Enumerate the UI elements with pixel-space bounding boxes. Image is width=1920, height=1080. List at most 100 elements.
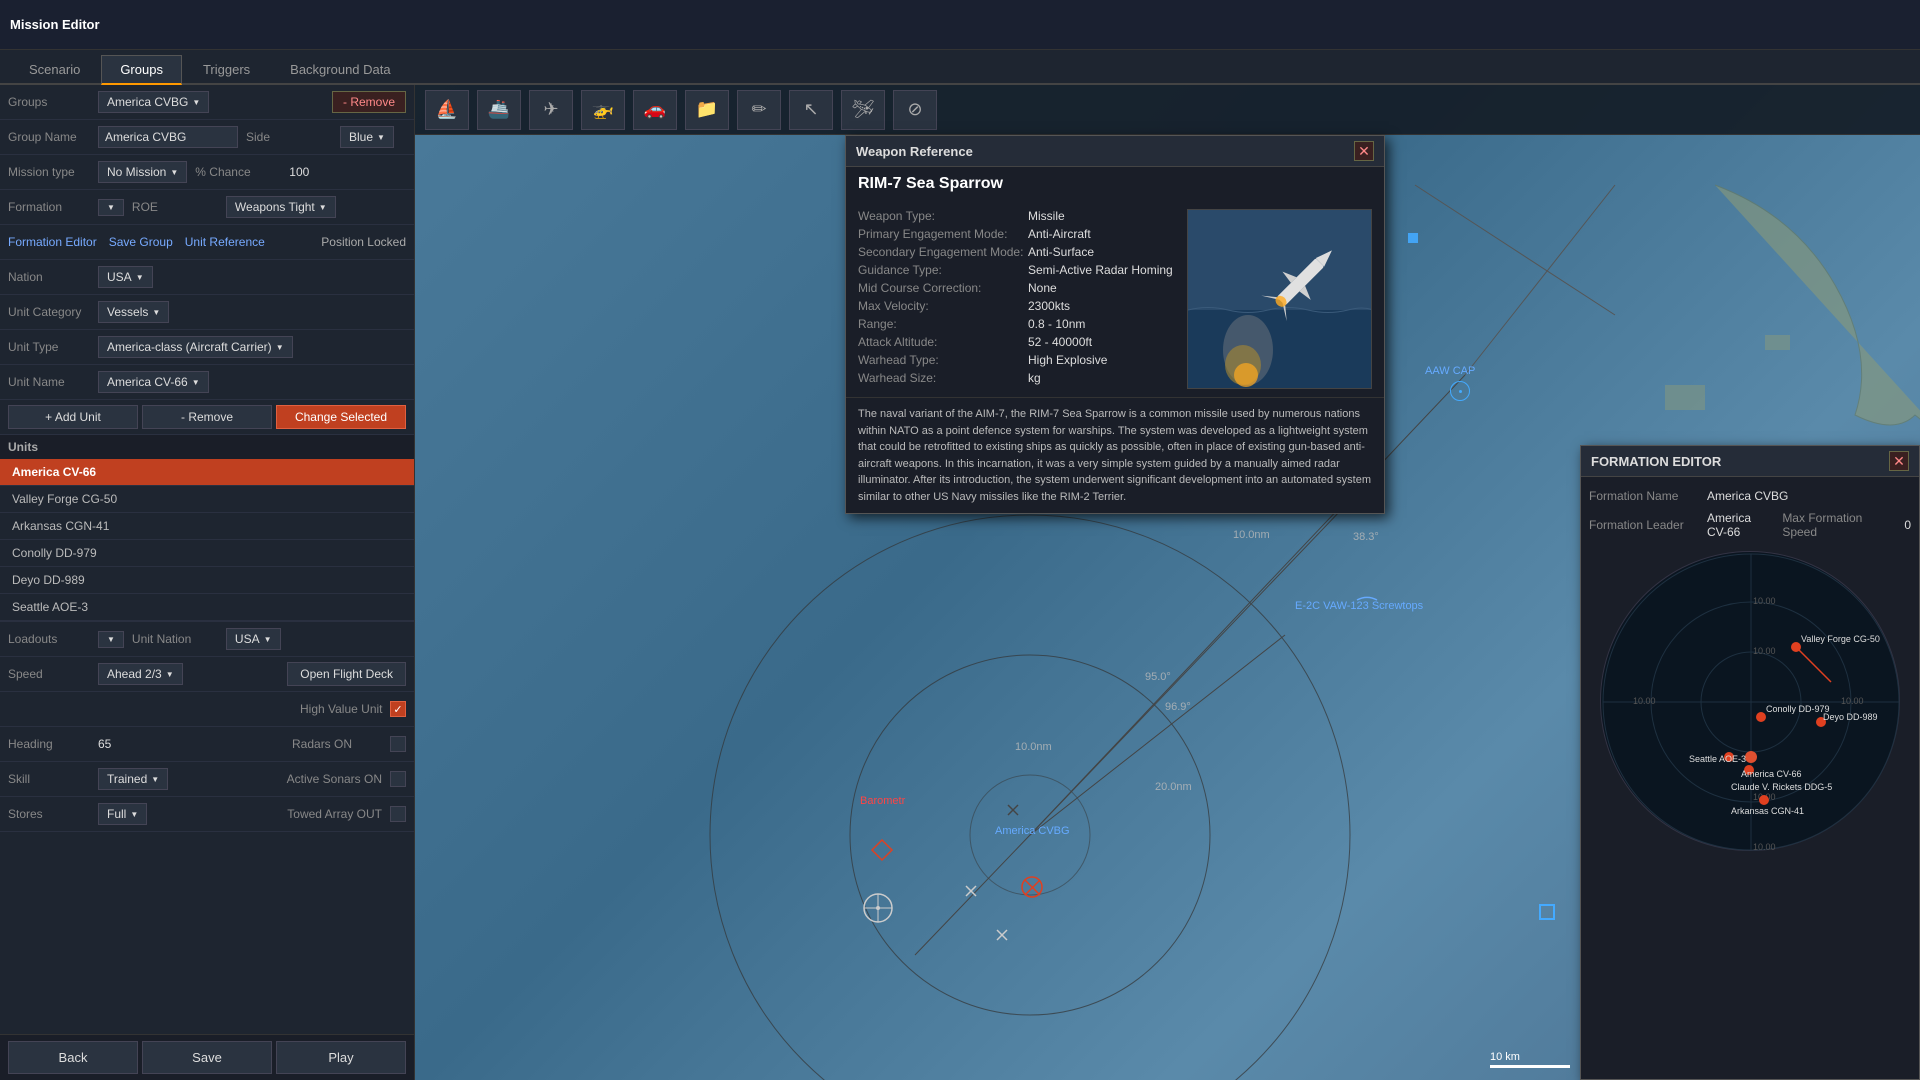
remove-group-button[interactable]: - Remove — [332, 91, 406, 113]
add-unit-button[interactable]: + Add Unit — [8, 405, 138, 429]
unit-nation-dropdown[interactable]: USA ▼ — [226, 628, 281, 650]
mission-type-dropdown[interactable]: No Mission ▼ — [98, 161, 187, 183]
formation-name-value: America CVBG — [1707, 489, 1788, 503]
svg-text:95.0°: 95.0° — [1145, 671, 1171, 683]
pencil-icon[interactable]: ✏ — [737, 90, 781, 130]
open-flight-deck-button[interactable]: Open Flight Deck — [287, 662, 406, 686]
chevron-down-icon: ▼ — [264, 635, 272, 644]
high-value-label: High Value Unit — [300, 702, 390, 716]
unit-reference-link[interactable]: Unit Reference — [185, 235, 265, 249]
formation-name-label: Formation Name — [1589, 489, 1699, 503]
formation-editor-close-button[interactable]: ✕ — [1889, 451, 1909, 471]
loadouts-dropdown[interactable]: ▼ — [98, 631, 124, 648]
svg-text:Claude V. Rickets DDG-5: Claude V. Rickets DDG-5 — [1731, 782, 1832, 792]
left-panel: Groups America CVBG ▼ - Remove Group Nam… — [0, 85, 415, 1080]
mission-type-row: Mission type No Mission ▼ % Chance 100 — [0, 155, 414, 190]
aircraft-icon[interactable]: ✈ — [529, 90, 573, 130]
formation-editor-content: Formation Name America CVBG Formation Le… — [1581, 477, 1919, 867]
primary-eng-row: Primary Engagement Mode: Anti-Aircraft — [858, 227, 1175, 241]
speed-label: Speed — [8, 667, 98, 681]
nation-row: Nation USA ▼ — [0, 260, 414, 295]
back-button[interactable]: Back — [8, 1041, 138, 1074]
chevron-down-icon: ▼ — [151, 775, 159, 784]
play-button[interactable]: Play — [276, 1041, 406, 1074]
chevron-down-icon: ▼ — [136, 273, 144, 282]
skill-row: Skill Trained ▼ Active Sonars ON — [0, 762, 414, 797]
unit-name-dropdown[interactable]: America CV-66 ▼ — [98, 371, 209, 393]
submarine-icon[interactable]: 🚢 — [477, 90, 521, 130]
unit-item[interactable]: Deyo DD-989 — [0, 567, 414, 594]
svg-text:America CV-66: America CV-66 — [1741, 769, 1802, 779]
svg-text:Valley Forge CG-50: Valley Forge CG-50 — [1801, 634, 1880, 644]
eraser-icon[interactable]: ⊘ — [893, 90, 937, 130]
high-value-checkbox[interactable]: ✓ — [390, 701, 406, 717]
unit-category-row: Unit Category Vessels ▼ — [0, 295, 414, 330]
unit-name-row: Unit Name America CV-66 ▼ — [0, 365, 414, 400]
pointer-icon[interactable]: ↖ — [789, 90, 833, 130]
aaw-cap-circle — [1450, 381, 1470, 401]
tab-background-data[interactable]: Background Data — [271, 55, 409, 83]
ship-icon[interactable]: ⛵ — [425, 90, 469, 130]
svg-text:20.0nm: 20.0nm — [1155, 781, 1192, 793]
helicopter-icon[interactable]: 🚁 — [581, 90, 625, 130]
change-selected-button[interactable]: Change Selected — [276, 405, 406, 429]
unit-item[interactable]: Conolly DD-979 — [0, 540, 414, 567]
nation-dropdown[interactable]: USA ▼ — [98, 266, 153, 288]
loadouts-label: Loadouts — [8, 632, 98, 646]
unit-type-dropdown[interactable]: America-class (Aircraft Carrier) ▼ — [98, 336, 293, 358]
unit-category-dropdown[interactable]: Vessels ▼ — [98, 301, 169, 323]
vehicle-icon[interactable]: 🚗 — [633, 90, 677, 130]
formation-roe-row: Formation ▼ ROE Weapons Tight ▼ — [0, 190, 414, 225]
unit-item[interactable]: America CV-66 — [0, 459, 414, 486]
save-group-link[interactable]: Save Group — [109, 235, 173, 249]
aircraft2-icon[interactable]: 🛩 — [841, 90, 885, 130]
weapon-image-svg — [1188, 210, 1372, 389]
position-locked-label: Position Locked — [321, 235, 406, 249]
stores-dropdown[interactable]: Full ▼ — [98, 803, 147, 825]
groups-dropdown[interactable]: America CVBG ▼ — [98, 91, 209, 113]
chevron-down-icon: ▼ — [152, 308, 160, 317]
weapon-image — [1187, 209, 1372, 389]
folder-icon[interactable]: 📁 — [685, 90, 729, 130]
unit-item[interactable]: Seattle AOE-3 — [0, 594, 414, 621]
tab-triggers[interactable]: Triggers — [184, 55, 269, 83]
svg-text:10.0nm: 10.0nm — [1015, 741, 1052, 753]
svg-text:Deyo DD-989: Deyo DD-989 — [1823, 712, 1878, 722]
side-dropdown[interactable]: Blue ▼ — [340, 126, 394, 148]
map-label-barometr: Barometr — [860, 795, 905, 807]
skill-dropdown[interactable]: Trained ▼ — [98, 768, 168, 790]
group-name-input[interactable] — [98, 126, 238, 148]
max-velocity-row: Max Velocity: 2300kts — [858, 299, 1175, 313]
active-sonars-checkbox[interactable] — [390, 771, 406, 787]
tab-groups[interactable]: Groups — [101, 55, 182, 85]
weapon-dialog-close-button[interactable]: ✕ — [1354, 141, 1374, 161]
weapon-description: The naval variant of the AIM-7, the RIM-… — [846, 397, 1384, 513]
chevron-down-icon: ▼ — [192, 98, 200, 107]
save-button[interactable]: Save — [142, 1041, 272, 1074]
map-area[interactable]: ⛵ 🚢 ✈ 🚁 🚗 📁 ✏ ↖ 🛩 ⊘ — [415, 85, 1920, 1080]
roe-dropdown[interactable]: Weapons Tight ▼ — [226, 196, 336, 218]
groups-row: Groups America CVBG ▼ - Remove — [0, 85, 414, 120]
remove-unit-button[interactable]: - Remove — [142, 405, 272, 429]
formation-editor-link[interactable]: Formation Editor — [8, 235, 97, 249]
top-bar: Mission Editor — [0, 0, 1920, 50]
tab-scenario[interactable]: Scenario — [10, 55, 99, 83]
towed-array-checkbox[interactable] — [390, 806, 406, 822]
radars-checkbox[interactable] — [390, 736, 406, 752]
group-name-label: Group Name — [8, 130, 98, 144]
attack-alt-row: Attack Altitude: 52 - 40000ft — [858, 335, 1175, 349]
stores-row: Stores Full ▼ Towed Array OUT — [0, 797, 414, 832]
units-label: Units — [8, 440, 38, 454]
speed-dropdown[interactable]: Ahead 2/3 ▼ — [98, 663, 183, 685]
chevron-down-icon: ▼ — [377, 133, 385, 142]
unit-item[interactable]: Arkansas CGN-41 — [0, 513, 414, 540]
range-row: Range: 0.8 - 10nm — [858, 317, 1175, 331]
unit-item[interactable]: Valley Forge CG-50 — [0, 486, 414, 513]
heading-value: 65 — [98, 737, 111, 751]
svg-text:Arkansas CGN-41: Arkansas CGN-41 — [1731, 806, 1804, 816]
chevron-down-icon: ▼ — [107, 203, 115, 212]
svg-text:10.0nm: 10.0nm — [1233, 529, 1270, 541]
radar-svg: 10.00 10.00 10.00 10.00 10.00 10.00 — [1601, 552, 1901, 852]
unit-actions-row: + Add Unit - Remove Change Selected — [0, 400, 414, 435]
formation-dropdown[interactable]: ▼ — [98, 199, 124, 216]
